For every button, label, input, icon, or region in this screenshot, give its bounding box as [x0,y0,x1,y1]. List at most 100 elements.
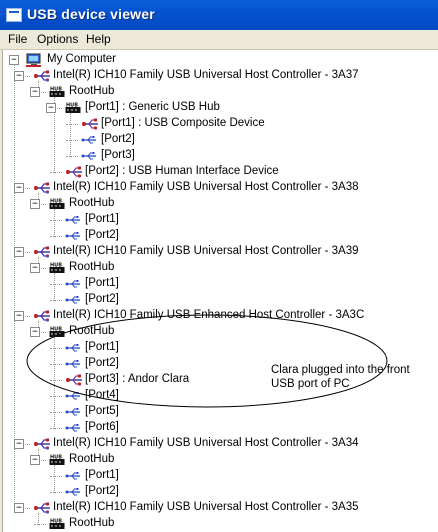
usb-device-icon [82,118,98,130]
tree-node-controller[interactable]: − Intel(R) ICH10 Family USB Universal Hos… [3,500,438,516]
tree-node-hub[interactable]: − HUB RootHub [3,260,438,276]
window-title: USB device viewer [27,6,155,22]
tree-label: Intel(R) ICH10 Family USB Universal Host… [53,245,359,257]
usb-port-icon [65,360,80,368]
tree-node-port[interactable]: [Port2] [3,484,438,500]
usb-port-icon [65,472,80,480]
collapse-toggle[interactable]: − [30,327,40,337]
tree-node-port[interactable]: [Port2] [3,228,438,244]
collapse-toggle[interactable]: − [14,247,24,257]
tree-connector [50,396,62,397]
usb-device-icon [66,374,82,386]
tree-node-port[interactable]: [Port1] [3,340,438,356]
usb-hub-icon: HUB [49,519,65,529]
usb-controller-icon [34,246,50,258]
tree-node-hub[interactable]: − HUB RootHub [3,324,438,340]
tree-node-hub[interactable]: − HUB [Port1] : Generic USB Hub [3,100,438,116]
tree-node-port[interactable]: [Port2] [3,292,438,308]
menu-file[interactable]: File [8,32,27,46]
usb-hub-icon: HUB [49,263,65,273]
tree-node-port[interactable]: [Port6] [3,420,438,436]
tree-label: Intel(R) ICH10 Family USB Universal Host… [53,69,359,81]
tree-label: [Port1] [85,341,119,353]
collapse-toggle[interactable]: − [30,455,40,465]
tree-node-device[interactable]: [Port1] : USB Composite Device [3,116,438,132]
svg-text:HUB: HUB [66,103,78,109]
tree-label: [Port1] [85,277,119,289]
usb-port-icon [81,136,96,144]
svg-text:HUB: HUB [50,327,62,333]
usb-port-icon [65,232,80,240]
tree-label: [Port5] [85,405,119,417]
tree-label: RootHub [69,261,115,273]
tree-node-controller[interactable]: − Intel(R) ICH10 Family USB Universal Hos… [3,436,438,452]
collapse-toggle[interactable]: − [14,71,24,81]
tree-label: [Port1] [85,469,119,481]
usb-port-icon [65,216,80,224]
tree-connector [50,348,62,349]
tree-label: RootHub [69,325,115,337]
tree-node-controller[interactable]: − Intel(R) ICH10 Family USB Universal Hos… [3,244,438,260]
tree-node-port[interactable]: [Port4] [3,388,438,404]
tree-label: [Port2] : USB Human Interface Device [85,165,279,177]
usb-controller-icon [34,70,50,82]
annotation-line-1: Clara plugged into the front [271,364,410,376]
tree-connector [50,236,62,237]
usb-device-icon [66,166,82,178]
tree-node-port[interactable]: [Port1] [3,276,438,292]
tree-connector [66,124,78,125]
usb-port-icon [65,424,80,432]
usb-device-tree[interactable]: − My Computer − Intel(R) ICH10 Family USB… [2,50,438,532]
tree-connector [34,524,46,525]
tree-node-device[interactable]: [Port2] : USB Human Interface Device [3,164,438,180]
tree-connector [66,156,78,157]
usb-port-icon [65,488,80,496]
usb-controller-icon [34,502,50,514]
menu-bar: File Options Help [0,30,438,50]
collapse-toggle[interactable]: − [14,311,24,321]
tree-label-my-computer: My Computer [47,53,117,65]
app-window-icon [6,8,22,22]
tree-node-hub[interactable]: − HUB RootHub [3,196,438,212]
tree-connector [66,140,78,141]
collapse-toggle[interactable]: − [30,263,40,273]
tree-node-port[interactable]: [Port1] [3,212,438,228]
tree-label: RootHub [69,517,115,529]
collapse-toggle[interactable]: − [14,183,24,193]
tree-node-hub[interactable]: − HUB RootHub [3,452,438,468]
collapse-toggle[interactable]: − [30,87,40,97]
svg-text:HUB: HUB [50,199,62,205]
collapse-toggle[interactable]: − [14,439,24,449]
tree-node-controller[interactable]: − Intel(R) ICH10 Family USB Universal Hos… [3,68,438,84]
tree-connector [50,220,62,221]
usb-controller-icon [34,438,50,450]
tree-node-controller[interactable]: − Intel(R) ICH10 Family USB Universal Hos… [3,180,438,196]
tree-label: [Port2] [101,133,135,145]
usb-hub-icon: HUB [49,455,65,465]
tree-label: [Port2] [85,229,119,241]
usb-port-icon [65,296,80,304]
computer-icon [26,53,41,67]
tree-node-hub[interactable]: − HUB RootHub [3,84,438,100]
collapse-toggle[interactable]: − [14,503,24,513]
tree-node-hub[interactable]: HUB RootHub [3,516,438,532]
svg-text:HUB: HUB [50,87,62,93]
menu-options[interactable]: Options [37,32,78,46]
tree-label: [Port2] [85,485,119,497]
tree-node-port[interactable]: [Port3] [3,148,438,164]
usb-controller-icon [34,310,50,322]
tree-connector [50,172,62,173]
usb-hub-icon: HUB [49,87,65,97]
collapse-toggle[interactable]: − [30,199,40,209]
svg-text:HUB: HUB [50,455,62,461]
tree-label: RootHub [69,197,115,209]
annotation-line-2: USB port of PC [271,378,350,390]
menu-help[interactable]: Help [86,32,111,46]
tree-label: [Port3] : Andor Clara [85,373,190,385]
tree-node-port[interactable]: [Port2] [3,132,438,148]
tree-node-controller[interactable]: − Intel(R) ICH10 Family USB Enhanced Host… [3,308,438,324]
tree-node-port[interactable]: [Port5] [3,404,438,420]
tree-label: [Port2] [85,357,119,369]
tree-node-port[interactable]: [Port1] [3,468,438,484]
collapse-toggle[interactable]: − [46,103,56,113]
